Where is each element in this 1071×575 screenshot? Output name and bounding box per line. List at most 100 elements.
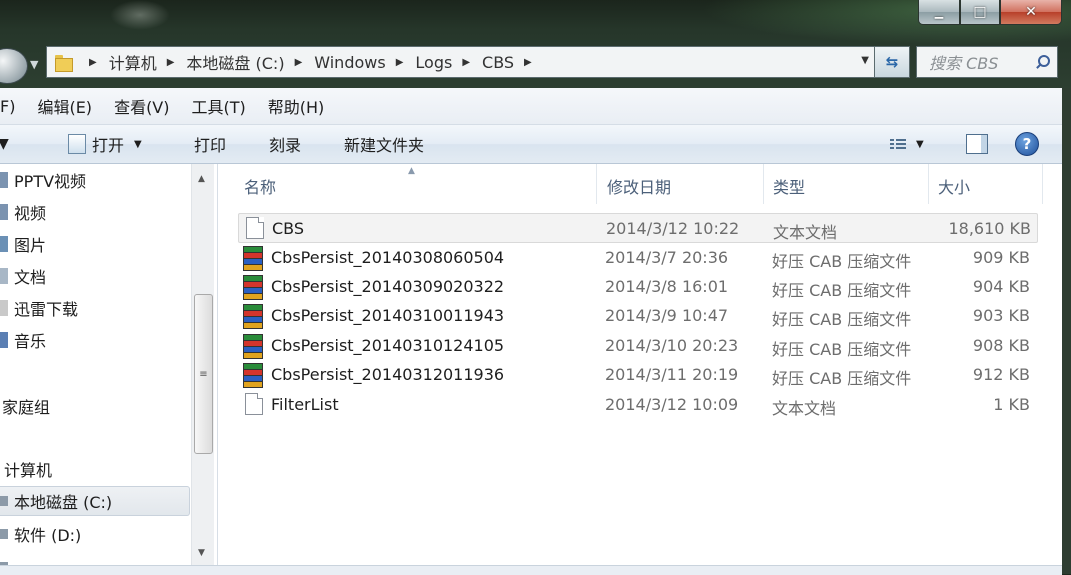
file-modified: 2014/3/11 20:19 <box>605 365 739 384</box>
navigation-pane: PPTV视频 视频 图片 文档 迅雷下载 音乐 家庭组 计算机 本地磁盘 (C:… <box>0 164 218 574</box>
nav-item-computer[interactable]: 计算机 <box>0 455 52 483</box>
file-modified: 2014/3/9 10:47 <box>605 306 729 325</box>
explorer-body: F) 编辑(E) 查看(V) 工具(T) 帮助(H) ▼ 打开 ▼ 打印 刻录 … <box>0 88 1062 574</box>
menu-edit[interactable]: 编辑(E) <box>37 94 92 118</box>
nav-item-drive-d[interactable]: 软件 (D:) <box>0 520 81 548</box>
nav-scrollbar[interactable]: ▲ ≡ ▼ <box>191 164 214 574</box>
music-folder-icon <box>0 332 8 348</box>
file-row[interactable]: CBS 2014/3/12 10:22 文本文档 18,610 KB <box>238 213 1038 243</box>
archive-file-icon <box>243 304 263 329</box>
nav-item-drive-c[interactable]: 本地磁盘 (C:) <box>0 486 190 516</box>
file-list: ▲ 名称 修改日期 类型 大小 CBS 2014/3/12 10:22 文本文档… <box>218 164 1062 574</box>
breadcrumb-windows[interactable]: Windows <box>314 53 385 72</box>
close-button[interactable]: ✕ <box>1000 0 1062 25</box>
recent-pages-dropdown-icon[interactable]: ▼ <box>30 58 42 71</box>
file-name: FilterList <box>271 395 339 414</box>
scrollbar-thumb[interactable]: ≡ <box>194 294 213 454</box>
column-headers: ▲ 名称 修改日期 类型 大小 <box>218 164 1044 204</box>
glass-highlight <box>110 0 170 30</box>
address-history-dropdown-icon[interactable]: ▼ <box>861 55 869 66</box>
view-details-icon <box>890 139 906 149</box>
file-type: 好压 CAB 压缩文件 <box>772 310 912 329</box>
file-modified: 2014/3/12 10:09 <box>605 395 739 414</box>
scroll-down-icon[interactable]: ▼ <box>198 548 205 558</box>
archive-file-icon <box>243 334 263 359</box>
burn-button[interactable]: 刻录 <box>269 132 301 156</box>
maximize-button[interactable]: □ <box>960 0 1000 25</box>
document-folder-icon <box>0 268 8 284</box>
breadcrumb-arrow-icon[interactable]: ▶ <box>462 57 470 68</box>
file-row[interactable]: CbsPersist_20140310124105 2014/3/10 20:2… <box>238 331 1036 359</box>
scroll-up-icon[interactable]: ▲ <box>198 174 205 184</box>
breadcrumb-arrow-icon[interactable]: ▶ <box>524 57 532 68</box>
breadcrumb: ▶ 计算机 ▶ 本地磁盘 (C:) ▶ Windows ▶ Logs ▶ CBS… <box>79 50 544 74</box>
folder-icon <box>55 53 75 72</box>
breadcrumb-arrow-icon[interactable]: ▶ <box>295 57 303 68</box>
nav-item-label: 图片 <box>14 236 47 255</box>
menu-help[interactable]: 帮助(H) <box>268 94 325 118</box>
menu-tools[interactable]: 工具(T) <box>192 94 246 118</box>
preview-pane-icon[interactable] <box>966 134 988 154</box>
column-modified[interactable]: 修改日期 <box>607 174 671 198</box>
nav-item-label: 软件 (D:) <box>14 526 82 545</box>
refresh-icon: ⇆ <box>885 53 899 71</box>
search-placeholder: 搜索 CBS <box>929 54 999 73</box>
file-size: 903 KB <box>972 306 1030 325</box>
address-bar[interactable]: ▶ 计算机 ▶ 本地磁盘 (C:) ▶ Windows ▶ Logs ▶ CBS… <box>46 46 876 78</box>
file-row[interactable]: CbsPersist_20140312011936 2014/3/11 20:1… <box>238 360 1036 388</box>
file-name: CbsPersist_20140312011936 <box>271 365 505 384</box>
view-dropdown-icon[interactable]: ▼ <box>916 139 924 150</box>
file-type: 好压 CAB 压缩文件 <box>772 252 912 271</box>
search-icon[interactable] <box>1035 55 1050 69</box>
video-folder-icon <box>0 204 8 220</box>
nav-item-label: 文档 <box>14 268 47 287</box>
organize-caret-icon[interactable]: ▼ <box>0 136 9 152</box>
nav-item-thunder-downloads[interactable]: 迅雷下载 <box>0 294 78 322</box>
nav-item-videos[interactable]: 视频 <box>0 198 46 226</box>
breadcrumb-computer[interactable]: 计算机 <box>109 50 157 74</box>
file-modified: 2014/3/7 20:36 <box>605 248 729 267</box>
window-right-edge <box>1062 88 1071 574</box>
window-controls: ▁ □ ✕ <box>918 0 1062 25</box>
nav-item-label: PPTV视频 <box>14 172 87 191</box>
nav-item-pptv[interactable]: PPTV视频 <box>0 166 86 194</box>
file-row[interactable]: CbsPersist_20140308060504 2014/3/7 20:36… <box>238 243 1036 271</box>
menu-file[interactable]: F) <box>0 97 15 116</box>
file-row[interactable]: FilterList 2014/3/12 10:09 文本文档 1 KB <box>238 390 1036 418</box>
help-icon[interactable]: ? <box>1015 132 1039 156</box>
breadcrumb-cbs[interactable]: CBS <box>482 53 514 72</box>
menu-view[interactable]: 查看(V) <box>114 94 169 118</box>
breadcrumb-arrow-icon[interactable]: ▶ <box>167 57 175 68</box>
change-view-button[interactable]: ▼ <box>890 139 924 150</box>
nav-item-homegroup[interactable]: 家庭组 <box>0 392 50 420</box>
refresh-button[interactable]: ⇆ <box>874 46 910 78</box>
minimize-button[interactable]: ▁ <box>918 0 960 25</box>
breadcrumb-logs[interactable]: Logs <box>415 53 452 72</box>
column-type[interactable]: 类型 <box>773 174 805 198</box>
breadcrumb-drive-c[interactable]: 本地磁盘 (C:) <box>186 50 284 74</box>
nav-item-documents[interactable]: 文档 <box>0 262 46 290</box>
nav-item-label: 视频 <box>14 204 47 223</box>
file-type: 好压 CAB 压缩文件 <box>772 340 912 359</box>
nav-item-label: 迅雷下载 <box>14 300 79 319</box>
search-input[interactable]: 搜索 CBS <box>916 46 1058 78</box>
file-size: 908 KB <box>972 336 1030 355</box>
nav-item-music[interactable]: 音乐 <box>0 326 46 354</box>
breadcrumb-arrow-icon[interactable]: ▶ <box>396 57 404 68</box>
file-row[interactable]: CbsPersist_20140310011943 2014/3/9 10:47… <box>238 301 1036 329</box>
drive-icon <box>0 529 8 539</box>
archive-file-icon <box>243 363 263 388</box>
breadcrumb-arrow-icon[interactable]: ▶ <box>89 57 97 68</box>
open-dropdown-icon[interactable]: ▼ <box>134 139 142 150</box>
column-name[interactable]: 名称 <box>244 174 276 198</box>
drive-icon <box>0 496 8 506</box>
open-button[interactable]: 打开 ▼ <box>68 132 142 156</box>
new-folder-button[interactable]: 新建文件夹 <box>344 132 424 156</box>
column-size[interactable]: 大小 <box>938 174 970 198</box>
file-type: 文本文档 <box>772 399 837 418</box>
file-row[interactable]: CbsPersist_20140309020322 2014/3/8 16:01… <box>238 272 1036 300</box>
print-button[interactable]: 打印 <box>194 132 226 156</box>
nav-item-pictures[interactable]: 图片 <box>0 230 46 258</box>
file-name: CbsPersist_20140310124105 <box>271 336 505 355</box>
file-size: 904 KB <box>972 277 1030 296</box>
